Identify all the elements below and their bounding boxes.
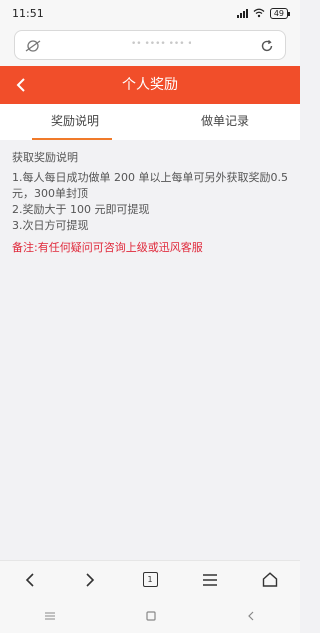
tab-reward-description[interactable]: 奖励说明 [0, 104, 150, 140]
tabs-button[interactable]: 1 [133, 565, 167, 595]
chevron-right-icon [86, 572, 95, 587]
reward-description: 获取奖励说明 1.每人每日成功做单 200 单以上每单可另外获取奖励0.5元，3… [12, 150, 290, 256]
status-bar: 11:51 49 [0, 0, 300, 26]
browser-back-button[interactable] [13, 565, 47, 595]
menu-icon [203, 573, 217, 586]
reload-icon[interactable] [259, 38, 275, 54]
system-back-icon[interactable] [247, 611, 255, 621]
status-icons: 49 [236, 7, 291, 19]
address-text: •• •••• ••• •• [131, 39, 191, 49]
system-nav-bar [0, 598, 300, 633]
rule-2: 2.奖励大于 100 元即可提现 [12, 203, 150, 216]
content-heading: 获取奖励说明 [12, 151, 78, 164]
rule-1: 1.每人每日成功做单 200 单以上每单可另外获取奖励0.5元，300单封顶 [12, 171, 288, 200]
note-text: 备注:有任何疑问可咨询上级或迅风客服 [12, 241, 203, 254]
browser-toolbar: •• •••• ••• •• [0, 26, 300, 66]
address-bar[interactable]: •• •••• ••• •• [14, 30, 286, 60]
status-time: 11:51 [12, 6, 44, 20]
app-header: 个人奖励 [0, 66, 300, 104]
browser-forward-button[interactable] [73, 565, 107, 595]
tab-count: 1 [142, 572, 158, 587]
battery-icon: 49 [269, 7, 291, 19]
home-icon [262, 572, 278, 587]
home-button[interactable] [253, 565, 287, 595]
chevron-left-icon [25, 572, 34, 587]
browser-bottom-nav: 1 [0, 560, 300, 598]
tab-order-records[interactable]: 做单记录 [150, 104, 300, 140]
signal-icon [236, 8, 248, 18]
home-square-icon[interactable] [146, 610, 156, 621]
recents-menu-icon[interactable] [45, 612, 56, 620]
wifi-icon [253, 8, 265, 18]
menu-button[interactable] [193, 565, 227, 595]
planet-icon [25, 40, 41, 52]
rule-3: 3.次日方可提现 [12, 219, 89, 232]
tab-bar: 奖励说明 做单记录 [0, 104, 300, 140]
page-title: 个人奖励 [122, 77, 178, 93]
